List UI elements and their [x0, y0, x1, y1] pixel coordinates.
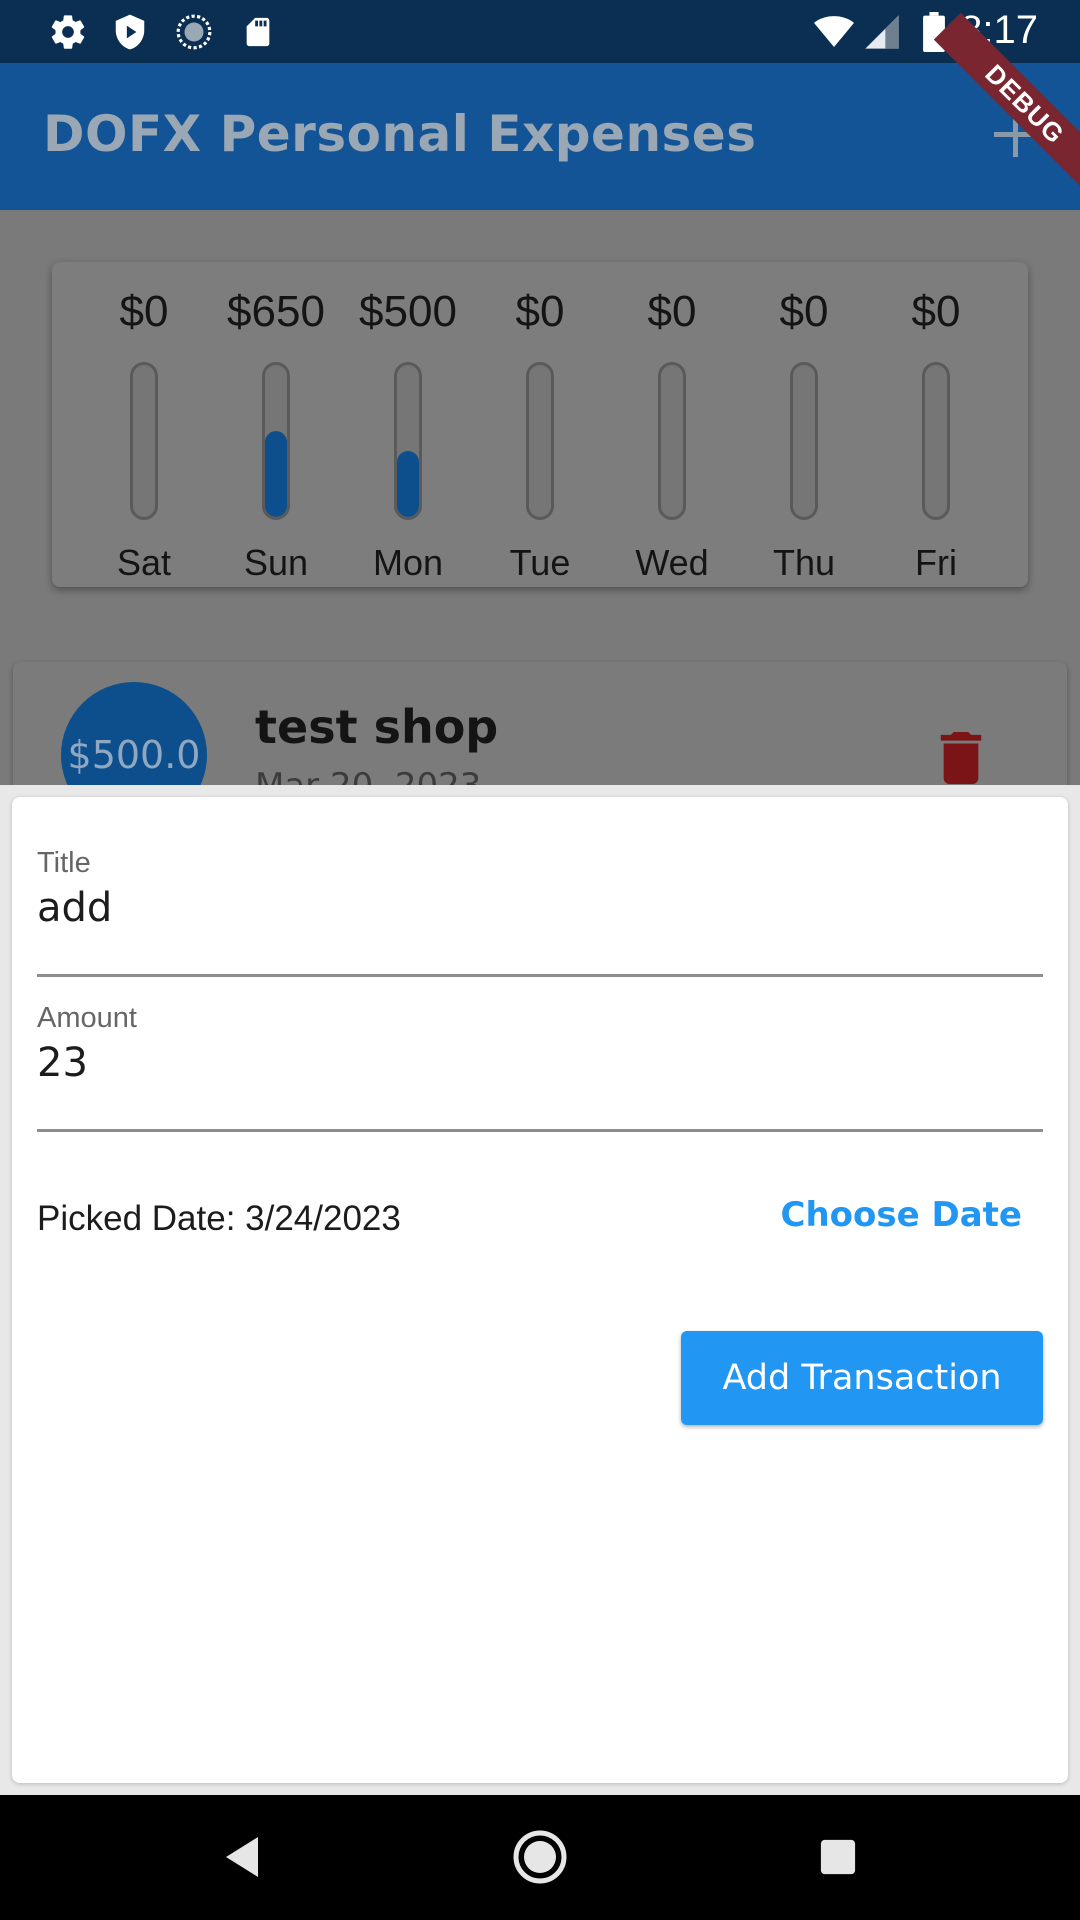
bar-day-label: Sat	[116, 542, 172, 583]
chart-bar-fri: $0 Fri	[871, 287, 1001, 583]
amount-field[interactable]: Amount 23	[37, 992, 1043, 1132]
bar-day-label: Sun	[243, 542, 309, 583]
bar-track	[790, 362, 818, 520]
shield-icon	[110, 12, 150, 52]
bar-track	[658, 362, 686, 520]
add-transaction-button[interactable]: Add Transaction	[681, 1331, 1043, 1425]
gear-icon	[48, 12, 88, 52]
title-label: Title	[37, 847, 91, 879]
back-icon[interactable]	[210, 1825, 274, 1889]
chart-bar-sat: $0 Sat	[79, 287, 209, 583]
page-title: DOFX Personal Expenses	[43, 105, 757, 163]
bar-day-label: Wed	[635, 542, 709, 583]
trash-icon[interactable]	[939, 732, 983, 784]
bar-amount-label: $0	[647, 287, 697, 336]
bar-track	[394, 362, 422, 520]
amount-input[interactable]: 23	[37, 1040, 88, 1086]
bar-amount-label: $650	[227, 287, 325, 336]
chart-bar-thu: $0 Thu	[739, 287, 869, 583]
bar-amount-label: $0	[779, 287, 829, 336]
transaction-title: test shop	[255, 700, 499, 754]
bar-amount-label: $500	[359, 287, 457, 336]
bar-track	[130, 362, 158, 520]
bar-amount-label: $0	[515, 287, 565, 336]
bar-amount-label: $0	[119, 287, 169, 336]
chart-bar-tue: $0 Tue	[475, 287, 605, 583]
bar-day-label: Thu	[772, 542, 836, 583]
bar-track	[526, 362, 554, 520]
signal-icon	[862, 12, 902, 52]
weekly-chart: $0 Sat $650 Sun $500 Mon $0 Tue $0 Wed $0 Thu $0 Fri	[52, 262, 1028, 587]
chart-bar-wed: $0 Wed	[607, 287, 737, 583]
chart-bar-mon: $500 Mon	[343, 287, 473, 583]
bar-day-label: Tue	[509, 542, 571, 583]
bar-amount-label: $0	[911, 287, 961, 336]
choose-date-button[interactable]: Choose Date	[781, 1195, 1023, 1235]
sd-card-icon	[238, 12, 278, 52]
home-icon[interactable]	[508, 1825, 572, 1889]
new-transaction-sheet: Title add Amount 23 Picked Date: 3/24/20…	[12, 797, 1068, 1783]
picked-date-text: Picked Date: 3/24/2023	[37, 1199, 401, 1238]
bar-day-label: Mon	[372, 542, 444, 583]
chart-bar-sun: $650 Sun	[211, 287, 341, 583]
main-content: $0 Sat $650 Sun $500 Mon $0 Tue $0 Wed $0 Thu $0 Fri …	[0, 210, 1080, 812]
title-input[interactable]: add	[37, 885, 112, 931]
bar-track	[922, 362, 950, 520]
app-bar: DOFX Personal Expenses DEBUG	[0, 12, 1080, 210]
wifi-icon	[814, 12, 854, 52]
status-bar: 8:17	[0, 0, 1080, 63]
amount-label: Amount	[37, 1002, 137, 1034]
bar-fill	[265, 431, 287, 517]
bar-fill	[397, 451, 419, 517]
navigation-bar	[0, 1795, 1080, 1920]
sync-icon	[174, 12, 214, 52]
bar-track	[262, 362, 290, 520]
recents-icon[interactable]	[806, 1825, 870, 1889]
title-field[interactable]: Title add	[37, 837, 1043, 977]
bar-day-label: Fri	[915, 542, 957, 583]
